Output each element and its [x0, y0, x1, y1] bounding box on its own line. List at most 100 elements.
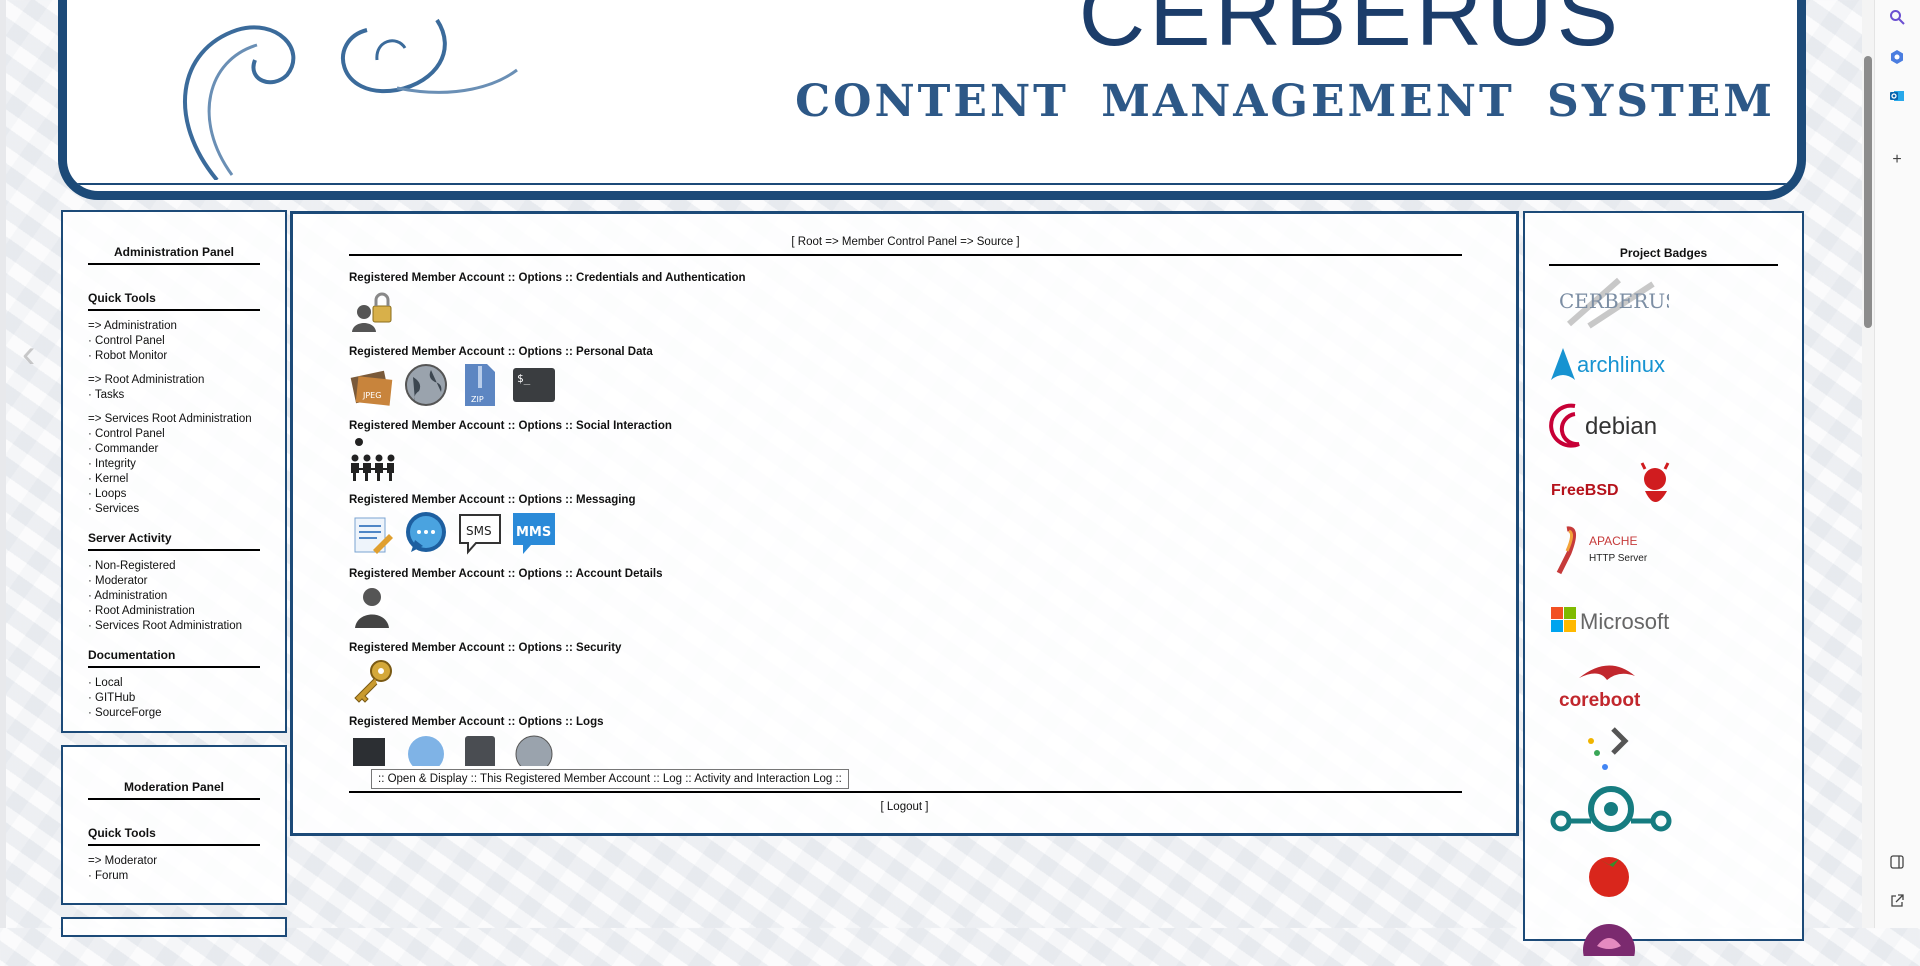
log-world-icon[interactable]	[511, 732, 557, 766]
add-plus-icon[interactable]: +	[1886, 149, 1908, 171]
activity-link-non-registered[interactable]: · Non-Registered	[88, 559, 260, 574]
outlook-icon[interactable]	[1886, 85, 1908, 107]
section-title: Registered Member Account :: Options :: …	[349, 642, 622, 654]
apache-badge[interactable]: APACHE HTTP Server	[1549, 520, 1778, 580]
terminal-icon[interactable]: $_	[511, 362, 557, 408]
back-chevron-icon[interactable]: ‹	[22, 332, 35, 377]
documentation-list: · Local · GITHub · SourceForge	[88, 676, 260, 721]
log-device-icon[interactable]	[457, 732, 503, 766]
badge-sublabel: HTTP Server	[1589, 553, 1648, 564]
chevron-logo-badge[interactable]	[1549, 718, 1778, 778]
activity-link-root-administration[interactable]: · Root Administration	[88, 604, 260, 619]
debian-badge[interactable]: debian	[1549, 396, 1778, 456]
section-account-details: Registered Member Account :: Options :: …	[349, 568, 1462, 630]
nav-link-services-root-administration[interactable]: => Services Root Administration	[88, 412, 260, 427]
log-globe-icon[interactable]	[403, 732, 449, 766]
user-silhouette-icon[interactable]	[349, 584, 395, 630]
nav-link-administration[interactable]: => Administration	[88, 319, 260, 334]
tomato-badge[interactable]	[1549, 844, 1778, 904]
nav-link-loops[interactable]: · Loops	[88, 487, 260, 502]
nav-link-kernel[interactable]: · Kernel	[88, 472, 260, 487]
compose-note-icon[interactable]	[349, 510, 395, 556]
svg-text:ZIP: ZIP	[471, 395, 484, 404]
logout-row: [ Logout ]	[293, 801, 1516, 813]
brand-subtitle: CONTENT MANAGEMENT SYSTEM	[795, 76, 1775, 127]
nav-link-services-control-panel[interactable]: · Control Panel	[88, 427, 260, 442]
sms-icon[interactable]: SMS	[457, 510, 503, 556]
page-left-edge	[0, 0, 6, 928]
key-icon[interactable]	[349, 658, 395, 704]
nav-link-moderator[interactable]: => Moderator	[88, 854, 260, 869]
log-monitor-icon[interactable]	[349, 732, 395, 766]
open-external-icon[interactable]	[1886, 890, 1908, 912]
nav-link-services[interactable]: · Services	[88, 502, 260, 517]
zip-file-icon[interactable]: ZIP	[457, 362, 503, 408]
copilot-icon[interactable]	[1886, 46, 1908, 68]
project-badges-panel: Project Badges CERBERUS archlinux debian…	[1523, 211, 1804, 956]
brand-title: CERBERUS	[1078, 0, 1622, 65]
doc-link-github[interactable]: · GITHub	[88, 691, 260, 706]
sidebar-toggle-icon[interactable]	[1886, 851, 1908, 873]
quick-tools-title: Quick Tools	[88, 826, 260, 846]
nav-link-integrity[interactable]: · Integrity	[88, 457, 260, 472]
section-messaging: Registered Member Account :: Options :: …	[349, 494, 1462, 556]
section-title: Registered Member Account :: Options :: …	[349, 346, 653, 358]
panel-title: Project Badges	[1549, 246, 1778, 266]
section-title: Registered Member Account :: Options :: …	[349, 568, 663, 580]
mms-icon[interactable]: MMS	[511, 510, 557, 556]
section-security: Registered Member Account :: Options :: …	[349, 642, 1462, 704]
panel-title: Moderation Panel	[88, 780, 260, 800]
microsoft-badge[interactable]: Microsoft	[1549, 590, 1778, 650]
nav-link-commander[interactable]: · Commander	[88, 442, 260, 457]
quick-tools-title: Quick Tools	[88, 291, 260, 311]
freebsd-badge[interactable]: FreeBSD	[1549, 458, 1778, 518]
moderation-list: => Moderator · Forum	[88, 854, 260, 884]
browser-side-rail	[1874, 0, 1920, 928]
chat-bubble-icon[interactable]	[403, 510, 449, 556]
activity-link-administration[interactable]: · Administration	[88, 589, 260, 604]
logout-bracket-close: ]	[922, 801, 929, 813]
nav-link-robot-monitor[interactable]: · Robot Monitor	[88, 349, 260, 364]
user-lock-icon[interactable]	[349, 288, 395, 334]
people-group-icon[interactable]	[349, 436, 395, 482]
log-tooltip: :: Open & Display :: This Registered Mem…	[371, 769, 849, 789]
section-personal-data: Registered Member Account :: Options :: …	[349, 346, 1462, 408]
badge-label: coreboot	[1559, 690, 1641, 711]
svg-text:$_: $_	[517, 372, 531, 385]
badge-label: Microsoft	[1580, 609, 1669, 634]
section-title: Registered Member Account :: Options :: …	[349, 716, 604, 728]
lotus-badge[interactable]	[1549, 906, 1778, 966]
doc-link-sourceforge[interactable]: · SourceForge	[88, 706, 260, 721]
activity-link-moderator[interactable]: · Moderator	[88, 574, 260, 589]
svg-text:SMS: SMS	[466, 524, 492, 538]
scrollbar-thumb[interactable]	[1864, 56, 1872, 328]
photo-jpeg-icon[interactable]: JPEG	[349, 362, 395, 408]
svg-text:MMS: MMS	[516, 525, 551, 540]
swirl-logo-icon	[183, 18, 518, 180]
section-logs: Registered Member Account :: Options :: …	[349, 716, 1462, 766]
server-activity-list: · Non-Registered · Moderator · Administr…	[88, 559, 260, 634]
globe-icon[interactable]	[403, 362, 449, 408]
search-icon[interactable]	[1886, 6, 1908, 28]
lineage-badge[interactable]	[1549, 780, 1778, 842]
nav-link-tasks[interactable]: · Tasks	[88, 388, 260, 403]
quick-tools-list: => Administration · Control Panel · Robo…	[88, 319, 260, 517]
archlinux-badge[interactable]: archlinux	[1549, 334, 1778, 394]
logout-link[interactable]: Logout	[887, 801, 922, 813]
activity-link-services-root-administration[interactable]: · Services Root Administration	[88, 619, 260, 634]
doc-link-local[interactable]: · Local	[88, 676, 260, 691]
badge-label: archlinux	[1577, 352, 1665, 377]
badge-label: CERBERUS	[1559, 289, 1669, 313]
nav-link-control-panel[interactable]: · Control Panel	[88, 334, 260, 349]
breadcrumb: [ Root => Member Control Panel => Source…	[349, 236, 1462, 256]
section-title: Registered Member Account :: Options :: …	[349, 420, 672, 432]
nav-link-forum[interactable]: · Forum	[88, 869, 260, 884]
nav-link-root-administration[interactable]: => Root Administration	[88, 373, 260, 388]
cerberus-badge[interactable]: CERBERUS	[1549, 272, 1778, 332]
badge-label: debian	[1585, 413, 1657, 440]
server-activity-title: Server Activity	[88, 531, 260, 551]
coreboot-badge[interactable]: coreboot	[1549, 656, 1778, 716]
banner-divider	[73, 183, 1791, 185]
header-banner: CERBERUS CONTENT MANAGEMENT SYSTEM	[58, 0, 1806, 200]
section-title: Registered Member Account :: Options :: …	[349, 494, 636, 506]
